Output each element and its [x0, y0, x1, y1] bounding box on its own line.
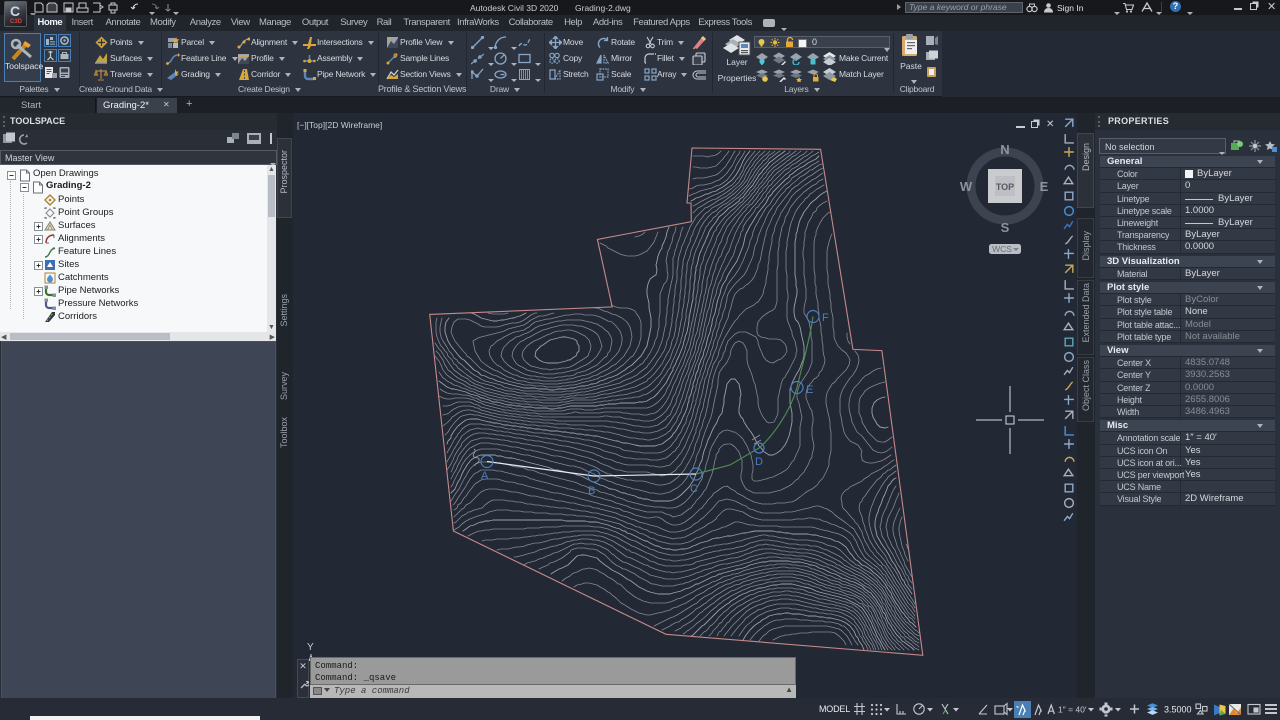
svg-text:S: S — [1001, 220, 1010, 235]
svg-text:1″ = 40′: 1″ = 40′ — [1058, 705, 1087, 715]
svg-text:N: N — [1000, 142, 1009, 157]
svg-text:D: D — [755, 456, 763, 468]
svg-text:C: C — [690, 483, 698, 495]
svg-text:W: W — [960, 179, 973, 194]
svg-text:E: E — [806, 384, 813, 396]
svg-text:F: F — [822, 312, 829, 324]
svg-text:3.5000: 3.5000 — [1164, 705, 1192, 715]
svg-text:TOP: TOP — [996, 182, 1014, 192]
svg-text:E: E — [1040, 179, 1049, 194]
svg-text:Y: Y — [307, 642, 314, 653]
svg-text:B: B — [588, 485, 595, 497]
svg-text:A: A — [481, 470, 489, 482]
svg-text:WCS: WCS — [992, 244, 1012, 254]
